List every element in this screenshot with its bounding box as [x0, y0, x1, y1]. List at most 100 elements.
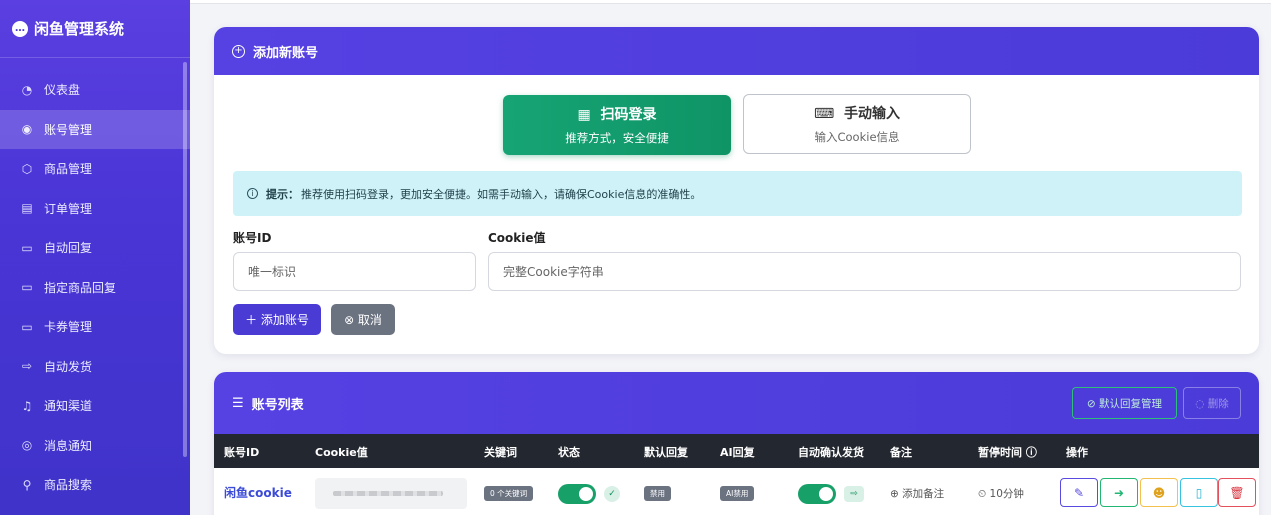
sidebar-nav: ◔ 仪表盘 ◉ 账号管理 ⬡ 商品管理 ▤ 订单管理 ▭ 自动回复 ▭ 指定商品回复 ▭ 卡券管理 ⇨ 自动发… — [0, 58, 190, 505]
robot-icon: ☻ — [1152, 485, 1166, 500]
receipt-icon: ▤ — [21, 201, 33, 216]
truck-icon: ⇨ — [21, 359, 33, 374]
user-circle-icon: ◉ — [21, 122, 33, 137]
search-icon: ⚲ — [22, 477, 32, 492]
default-reply-badge[interactable]: 禁用 — [644, 486, 671, 501]
cookie-blurred-value — [333, 491, 443, 496]
qr-code-icon: ▦ — [577, 107, 591, 123]
qr-login-title: 扫码登录 — [600, 107, 657, 123]
batch-delete-button[interactable]: ◌ 删除 — [1183, 387, 1241, 419]
account-id-input[interactable] — [233, 252, 476, 291]
sidebar-item-label: 自动回复 — [44, 241, 93, 256]
sidebar-item-label: 商品管理 — [44, 162, 93, 177]
list-icon: ☰ — [232, 395, 244, 411]
qr-login-subtitle: 推荐方式，安全便捷 — [565, 131, 669, 145]
tip-alert: i 提示： 推荐使用扫码登录，更加安全便捷。如需手动输入，请确保Cookie信息… — [233, 171, 1242, 216]
account-list-title: 账号列表 — [251, 397, 304, 413]
column-header: Cookie值 — [315, 446, 368, 459]
chat-bubble-icon: … — [12, 20, 28, 37]
add-account-button[interactable]: ＋ 添加账号 — [233, 304, 321, 335]
sidebar-item-label: 消息通知 — [44, 438, 93, 453]
check-circle-icon: ✓ — [604, 486, 620, 502]
column-header: 账号ID — [224, 446, 260, 459]
account-list-card: ☰ 账号列表 ⊘ 默认回复管理 ◌ 删除 账号ID Cookie值 关键词 状态 默认回… — [214, 372, 1259, 515]
qr-login-button[interactable]: ▦ 扫码登录 推荐方式，安全便捷 — [503, 95, 731, 155]
clipboard-icon: ▯ — [1195, 485, 1203, 500]
sidebar-item-label: 通知渠道 — [44, 399, 93, 414]
sidebar-item-label: 卡券管理 — [44, 320, 93, 335]
sidebar-item-label: 指定商品回复 — [44, 280, 117, 295]
sidebar-item[interactable]: ◔ 仪表盘 — [0, 70, 190, 110]
auto-confirm-toggle[interactable] — [798, 484, 836, 504]
chat-square-icon: ▭ — [21, 240, 33, 255]
manual-input-title: 手动输入 — [843, 106, 900, 122]
arrow-right-circle-icon: ➜ — [1113, 485, 1125, 500]
tip-text: 推荐使用扫码登录，更加安全便捷。如需手动输入，请确保Cookie信息的准确性。 — [301, 187, 702, 201]
cookie-label: Cookie值 — [488, 231, 546, 245]
delete-row-button[interactable]: 🗑 — [1218, 478, 1256, 507]
chat-dots-icon: ◎ — [21, 438, 33, 453]
add-account-title: 添加新账号 — [253, 45, 319, 61]
sidebar-item-label: 商品搜索 — [44, 478, 93, 493]
account-id-cell[interactable]: 闲鱼cookie — [224, 484, 292, 501]
sidebar-item[interactable]: ⇨ 自动发货 — [0, 347, 190, 387]
ai-reply-badge[interactable]: AI禁用 — [720, 486, 755, 501]
tip-label: 提示： — [266, 187, 299, 201]
cookie-input[interactable] — [488, 252, 1241, 291]
column-header: 关键词 — [484, 446, 517, 459]
sidebar-item-label: 账号管理 — [44, 122, 93, 137]
trash-icon: 🗑 — [1229, 485, 1245, 500]
status-toggle[interactable] — [558, 484, 596, 504]
sidebar-item[interactable]: ▭ 指定商品回复 — [0, 268, 190, 308]
sidebar-item-label: 仪表盘 — [44, 83, 81, 98]
table-header: 账号ID Cookie值 关键词 状态 默认回复 AI回复 自动确认发货 备注 暂停时间 ⓘ 操作 — [214, 434, 1259, 468]
add-note-link[interactable]: ⊕ 添加备注 — [890, 486, 944, 501]
account-id-label: 账号ID — [233, 231, 272, 245]
cookie-value-cell[interactable] — [315, 478, 467, 509]
sidebar-item[interactable]: ▤ 订单管理 — [0, 189, 190, 229]
manual-input-button[interactable]: ⌨ 手动输入 输入Cookie信息 — [743, 94, 971, 154]
truck-icon: ⇨ — [844, 486, 864, 502]
sidebar-item[interactable]: ◎ 消息通知 — [0, 426, 190, 466]
column-header: 操作 — [1066, 446, 1088, 459]
box-icon: ⬡ — [21, 161, 33, 176]
cancel-button[interactable]: ⊗ 取消 — [331, 304, 395, 335]
app-brand[interactable]: … 闲鱼管理系统 — [0, 0, 190, 58]
default-reply-manage-button[interactable]: ⊘ 默认回复管理 — [1072, 387, 1177, 419]
column-header: 默认回复 — [644, 446, 688, 459]
plus-circle-icon: + — [232, 44, 245, 58]
copy-button[interactable]: ▯ — [1180, 478, 1218, 507]
chat-square-icon: ▭ — [21, 280, 33, 295]
card-icon: ▭ — [21, 319, 33, 334]
table-row: 闲鱼cookie 0 个关键词 ✓ 禁用 AI禁用 ⇨ ⊕ 添加备注 ⏲ 10分… — [214, 468, 1259, 515]
sidebar-item-label: 自动发货 — [44, 359, 93, 374]
sidebar-item[interactable]: ♫ 通知渠道 — [0, 386, 190, 426]
sidebar-item-label: 订单管理 — [44, 201, 93, 216]
column-header: AI回复 — [720, 446, 755, 459]
dashboard-icon: ◔ — [21, 82, 33, 97]
column-header: 暂停时间 ⓘ — [978, 446, 1037, 459]
pause-time-value[interactable]: ⏲ 10分钟 — [978, 486, 1024, 501]
info-icon: i — [247, 188, 258, 199]
add-account-card: + 添加新账号 ▦ 扫码登录 推荐方式，安全便捷 ⌨ 手动输入 输入Cookie… — [214, 27, 1259, 354]
manual-input-subtitle: 输入Cookie信息 — [814, 130, 900, 144]
sidebar-item[interactable]: ▭ 自动回复 — [0, 228, 190, 268]
sidebar-scrollbar[interactable] — [183, 62, 187, 457]
top-bar — [190, 0, 1271, 4]
sidebar: … 闲鱼管理系统 ◔ 仪表盘 ◉ 账号管理 ⬡ 商品管理 ▤ 订单管理 ▭ 自动回复 ▭ 指定商品回复… — [0, 0, 190, 515]
sidebar-item[interactable]: ◉ 账号管理 — [0, 109, 190, 149]
column-header: 备注 — [890, 446, 912, 459]
sidebar-item[interactable]: ⚲ 商品搜索 — [0, 465, 190, 505]
column-header: 自动确认发货 — [798, 446, 864, 459]
robot-button[interactable]: ☻ — [1140, 478, 1178, 507]
edit-button[interactable]: ✎ — [1060, 478, 1098, 507]
sidebar-item[interactable]: ⬡ 商品管理 — [0, 149, 190, 189]
keyboard-icon: ⌨ — [814, 106, 835, 122]
pencil-icon: ✎ — [1073, 485, 1085, 500]
login-button[interactable]: ➜ — [1100, 478, 1138, 507]
keywords-badge: 0 个关键词 — [484, 486, 534, 501]
bell-icon: ♫ — [21, 398, 33, 413]
column-header: 状态 — [558, 446, 580, 459]
sidebar-item[interactable]: ▭ 卡券管理 — [0, 307, 190, 347]
add-account-header: + 添加新账号 — [214, 27, 1259, 75]
